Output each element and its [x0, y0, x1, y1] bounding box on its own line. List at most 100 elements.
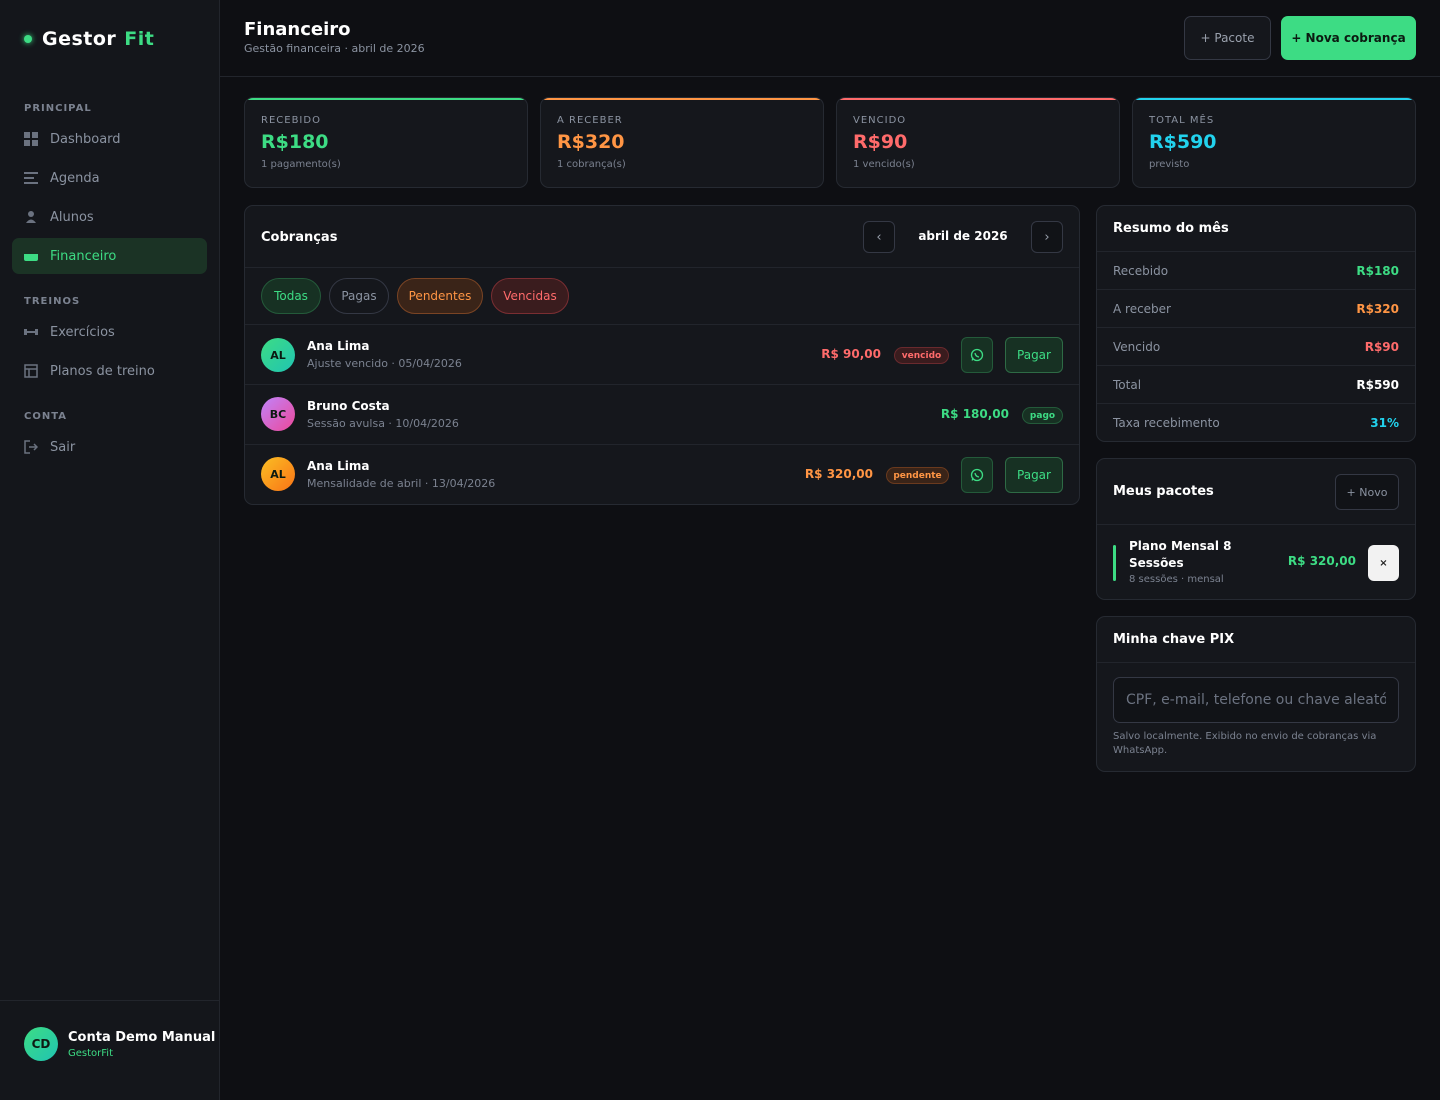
month-label: abril de 2026: [918, 229, 1008, 243]
sidebar-item-label: Financeiro: [50, 248, 117, 264]
kpi-card-vencido: VENCIDO R$90 1 vencido(s): [836, 97, 1120, 188]
sidebar-item-exercicios[interactable]: Exercícios: [12, 314, 207, 350]
row-description: Sessão avulsa · 10/04/2026: [307, 417, 459, 430]
sidebar-item-label: Planos de treino: [50, 363, 155, 379]
pacotes-title: Meus pacotes: [1113, 484, 1214, 499]
pacote-accent-bar: [1113, 545, 1116, 581]
kpi-sub: 1 cobrança(s): [557, 159, 626, 170]
nova-cobranca-button[interactable]: + Nova cobrança: [1281, 16, 1416, 60]
kpi-label: TOTAL MÊS: [1149, 115, 1215, 126]
pix-panel: Minha chave PIX Salvo localmente. Exibid…: [1096, 616, 1416, 772]
status-badge: vencido: [894, 347, 949, 364]
lines-icon: [24, 171, 38, 185]
sidebar-item-label: Dashboard: [50, 131, 121, 147]
resumo-label: Recebido: [1113, 264, 1169, 278]
row-amount: R$ 320,00: [804, 467, 873, 481]
kpi-value: R$90: [853, 131, 908, 153]
prev-month-button[interactable]: ‹: [863, 221, 895, 253]
remove-pacote-button[interactable]: ×: [1368, 545, 1399, 581]
resumo-value: R$180: [1356, 264, 1399, 278]
filter-todas[interactable]: Todas: [261, 278, 321, 314]
add-pacote-button[interactable]: + Pacote: [1184, 16, 1271, 60]
resumo-row-total: Total R$590: [1097, 365, 1415, 403]
divider: [1097, 524, 1415, 525]
divider: [245, 324, 1079, 325]
resumo-row-vencido: Vencido R$90: [1097, 327, 1415, 365]
avatar: AL: [261, 457, 295, 491]
logout-icon: [24, 440, 38, 454]
kpi-card-total-mes: TOTAL MÊS R$590 previsto: [1132, 97, 1416, 188]
kpi-label: A RECEBER: [557, 115, 623, 126]
avatar: BC: [261, 397, 295, 431]
resumo-label: Total: [1113, 378, 1142, 392]
resumo-label: Vencido: [1113, 340, 1161, 354]
brand-logo[interactable]: Gestor Fit: [24, 28, 154, 50]
pix-key-input[interactable]: [1113, 677, 1399, 723]
sidebar-item-label: Alunos: [50, 209, 94, 225]
kpi-card-a-receber: A RECEBER R$320 1 cobrança(s): [540, 97, 824, 188]
kpi-sub: previsto: [1149, 159, 1190, 170]
sidebar-item-agenda[interactable]: Agenda: [12, 160, 207, 196]
sidebar-item-sair[interactable]: Sair: [12, 429, 207, 465]
pacote-sub: 8 sessões · mensal: [1129, 574, 1224, 585]
resumo-title: Resumo do mês: [1113, 221, 1229, 236]
row-name: Ana Lima: [307, 339, 370, 353]
page-subtitle: Gestão financeira · abril de 2026: [244, 42, 425, 55]
pacote-name: Plano Mensal 8 Sessões: [1129, 539, 1232, 570]
divider: [1097, 662, 1415, 663]
brand-dot-icon: [24, 35, 32, 43]
kpi-card-recebido: RECEBIDO R$180 1 pagamento(s): [244, 97, 528, 188]
sidebar-item-dashboard[interactable]: Dashboard: [12, 121, 207, 157]
sidebar-item-label: Sair: [50, 439, 76, 455]
whatsapp-button[interactable]: [961, 457, 993, 493]
cobrancas-title: Cobranças: [261, 230, 338, 245]
resumo-value: R$590: [1356, 378, 1399, 392]
chevron-right-icon: ›: [1044, 229, 1050, 245]
filter-pendentes[interactable]: Pendentes: [397, 278, 483, 314]
kpi-sub: 1 vencido(s): [853, 159, 915, 170]
account-footer[interactable]: CD Conta Demo Manual GestorFit: [0, 1000, 219, 1100]
resumo-value: R$320: [1356, 302, 1399, 316]
next-month-button[interactable]: ›: [1031, 221, 1063, 253]
table-icon: [24, 364, 38, 378]
avatar: CD: [24, 1027, 58, 1061]
account-sub: GestorFit: [68, 1048, 113, 1059]
sidebar: Gestor Fit PRINCIPAL Dashboard Agenda Al…: [0, 0, 220, 1100]
wallet-icon: [24, 249, 38, 263]
pagar-button[interactable]: Pagar: [1005, 337, 1063, 373]
resumo-label: Taxa recebimento: [1113, 416, 1220, 430]
nav-section-principal: PRINCIPAL: [24, 103, 92, 114]
divider: [245, 267, 1079, 268]
kpi-accent-bar: [1133, 98, 1415, 100]
sidebar-item-label: Agenda: [50, 170, 100, 186]
resumo-row-a-receber: A receber R$320: [1097, 289, 1415, 327]
brand-accent: Fit: [124, 28, 155, 50]
account-name: Conta Demo Manual: [68, 1030, 216, 1045]
grid-icon: [24, 132, 38, 146]
pagar-button[interactable]: Pagar: [1005, 457, 1063, 493]
sidebar-item-financeiro[interactable]: Financeiro: [12, 238, 207, 274]
status-badge: pendente: [886, 467, 949, 484]
kpi-sub: 1 pagamento(s): [261, 159, 341, 170]
whatsapp-icon: [970, 348, 984, 362]
novo-pacote-button[interactable]: + Novo: [1335, 474, 1399, 510]
row-amount: R$ 180,00: [940, 407, 1009, 421]
resumo-value: 31%: [1370, 416, 1399, 430]
sidebar-item-alunos[interactable]: Alunos: [12, 199, 207, 235]
user-icon: [24, 210, 38, 224]
row-name: Ana Lima: [307, 459, 370, 473]
pacotes-panel: Meus pacotes + Novo Plano Mensal 8 Sessõ…: [1096, 458, 1416, 600]
divider: [245, 444, 1079, 445]
sidebar-item-planos[interactable]: Planos de treino: [12, 353, 207, 389]
whatsapp-icon: [970, 468, 984, 482]
kpi-label: VENCIDO: [853, 115, 907, 126]
nav-section-treinos: TREINOS: [24, 296, 81, 307]
pix-title: Minha chave PIX: [1113, 632, 1235, 647]
filter-pagas[interactable]: Pagas: [329, 278, 389, 314]
whatsapp-button[interactable]: [961, 337, 993, 373]
divider: [245, 384, 1079, 385]
sidebar-item-label: Exercícios: [50, 324, 115, 340]
kpi-label: RECEBIDO: [261, 115, 321, 126]
filter-vencidas[interactable]: Vencidas: [491, 278, 569, 314]
kpi-value: R$590: [1149, 131, 1217, 153]
